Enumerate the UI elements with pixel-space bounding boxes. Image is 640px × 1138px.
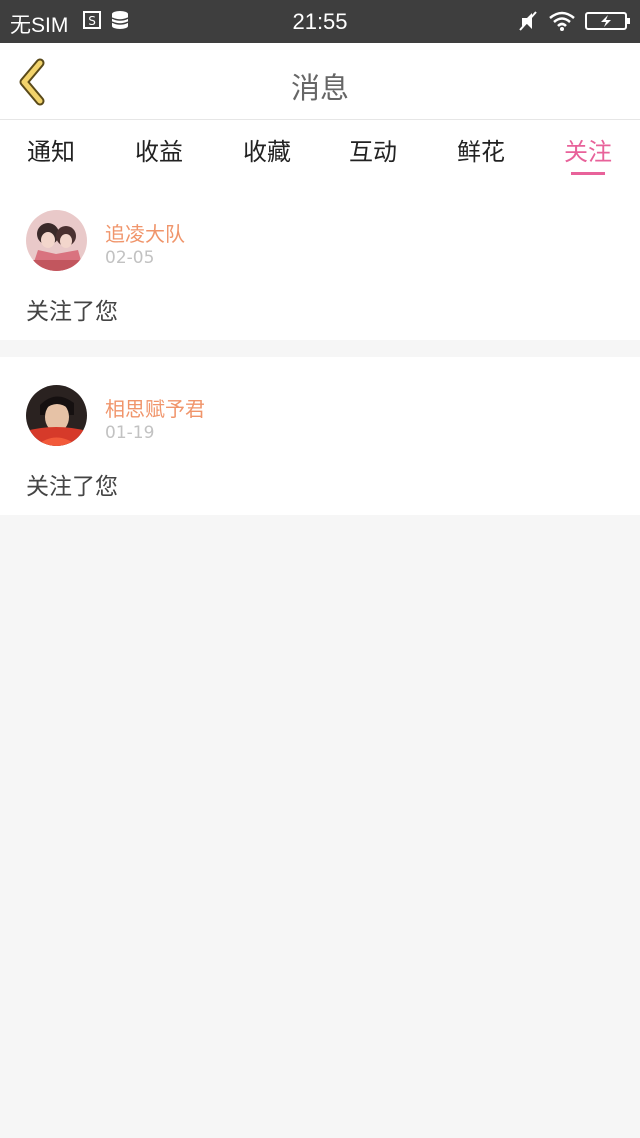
tab-notifications[interactable]: 通知 <box>11 132 91 167</box>
message-text: 关注了您 <box>26 299 118 325</box>
tab-interactions[interactable]: 互动 <box>333 132 413 167</box>
tab-bar: 通知 收益 收藏 互动 鲜花 关注 <box>0 120 640 182</box>
page-title: 消息 <box>290 71 349 105</box>
tab-earnings[interactable]: 收益 <box>119 132 199 167</box>
mute-icon <box>519 11 537 31</box>
username[interactable]: 相思赋予君 <box>105 393 205 422</box>
wifi-icon <box>549 11 575 31</box>
status-bar: 无SIM S 21:55 <box>0 0 640 43</box>
message-date: 01-19 <box>105 423 155 443</box>
tab-favorites[interactable]: 收藏 <box>227 132 307 167</box>
message-text: 关注了您 <box>26 474 118 500</box>
app-header: 消息 <box>0 43 640 120</box>
tab-follows[interactable]: 关注 <box>548 132 628 167</box>
avatar[interactable] <box>26 210 87 271</box>
avatar[interactable] <box>26 385 87 446</box>
active-tab-indicator <box>571 172 605 175</box>
message-date: 02-05 <box>105 248 155 268</box>
status-time: 21:55 <box>292 9 348 34</box>
battery-charging-icon <box>585 12 630 30</box>
list-item[interactable]: 相思赋予君 01-19 关注了您 <box>0 357 640 515</box>
tab-flowers[interactable]: 鲜花 <box>441 132 521 167</box>
list-item[interactable]: 追凌大队 02-05 关注了您 <box>0 182 640 340</box>
username[interactable]: 追凌大队 <box>105 218 185 247</box>
